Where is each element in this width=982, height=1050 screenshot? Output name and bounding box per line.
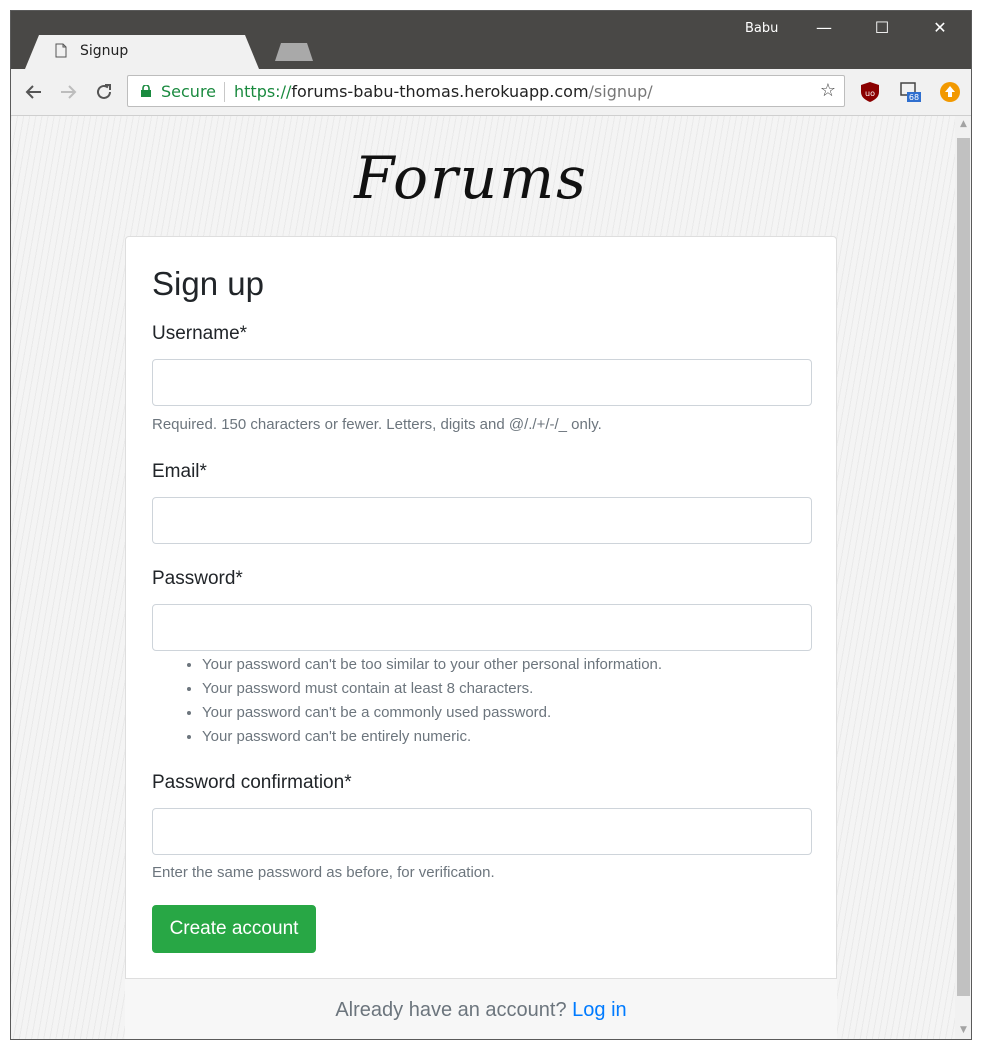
password-rule: Your password can't be a commonly used p… (202, 701, 662, 725)
profile-name[interactable]: Babu (745, 21, 778, 36)
password-rule: Your password must contain at least 8 ch… (202, 677, 662, 701)
password-rules: Your password can't be too similar to yo… (152, 653, 662, 749)
scroll-up-icon[interactable]: ▲ (955, 116, 971, 133)
password-confirmation-label: Password confirmation* (152, 772, 352, 793)
svg-text:68: 68 (909, 93, 919, 102)
svg-text:Forums: Forums (353, 144, 588, 212)
minimize-button[interactable]: — (795, 11, 853, 45)
back-button[interactable] (21, 79, 47, 105)
url-text[interactable]: https://forums-babu-thomas.herokuapp.com… (234, 82, 653, 101)
tab-close-icon[interactable]: × (251, 41, 259, 60)
password-confirmation-input[interactable] (152, 808, 812, 855)
forums-logo: Forums (353, 144, 588, 212)
password-rule: Your password can't be too similar to yo… (202, 653, 662, 677)
login-prompt: Already have an account? Log in (125, 999, 837, 1022)
username-help: Required. 150 characters or fewer. Lette… (152, 416, 602, 433)
svg-text:uo: uo (865, 89, 875, 98)
forward-button[interactable] (55, 79, 81, 105)
omnibox-divider (224, 82, 225, 102)
page-viewport: Forums Sign up Username* Required. 150 c… (11, 116, 955, 1039)
browser-toolbar: Secure https://forums-babu-thomas.heroku… (11, 69, 971, 116)
reload-button[interactable] (91, 79, 117, 105)
reload-icon (97, 84, 111, 99)
secure-label: Secure (161, 82, 217, 101)
back-arrow-icon (25, 85, 41, 99)
signup-card: Sign up Username* Required. 150 characte… (125, 236, 837, 1039)
extension-icon[interactable]: 68 (899, 81, 921, 103)
password-input[interactable] (152, 604, 812, 651)
title-bar: Signup × Babu — ☐ ✕ (11, 11, 971, 69)
password-rule: Your password can't be entirely numeric. (202, 725, 662, 749)
forward-arrow-icon (61, 85, 77, 99)
scrollbar-thumb[interactable] (957, 138, 970, 996)
email-input[interactable] (152, 497, 812, 544)
page-icon (55, 43, 67, 58)
card-footer: Already have an account? Log in (125, 978, 837, 1039)
tab-title: Signup (80, 43, 129, 59)
bookmark-star-icon[interactable]: ☆ (820, 80, 836, 101)
address-bar[interactable]: Secure https://forums-babu-thomas.heroku… (127, 75, 845, 107)
ublock-origin-icon[interactable]: uo (859, 81, 881, 103)
lock-icon (141, 85, 151, 97)
url-host: forums-babu-thomas.herokuapp.com (291, 82, 589, 101)
password-confirmation-help: Enter the same password as before, for v… (152, 864, 495, 881)
url-protocol: https:// (234, 82, 292, 101)
password-label: Password* (152, 568, 243, 589)
scroll-down-icon[interactable]: ▼ (955, 1022, 971, 1039)
username-input[interactable] (152, 359, 812, 406)
new-tab-button[interactable] (275, 43, 313, 61)
username-label: Username* (152, 323, 248, 344)
browser-window: Signup × Babu — ☐ ✕ Secure https://forum… (10, 10, 972, 1040)
maximize-button[interactable]: ☐ (853, 11, 911, 45)
update-icon[interactable] (939, 81, 961, 103)
page-title: Sign up (152, 265, 264, 302)
login-prompt-text: Already have an account? (335, 999, 567, 1021)
vertical-scrollbar[interactable]: ▲ ▼ (955, 116, 971, 1039)
email-label: Email* (152, 461, 207, 482)
login-link[interactable]: Log in (572, 999, 627, 1021)
close-window-button[interactable]: ✕ (911, 11, 969, 45)
browser-tab[interactable]: Signup × (25, 35, 259, 69)
create-account-button[interactable]: Create account (152, 905, 316, 953)
url-path: /signup/ (588, 82, 653, 101)
